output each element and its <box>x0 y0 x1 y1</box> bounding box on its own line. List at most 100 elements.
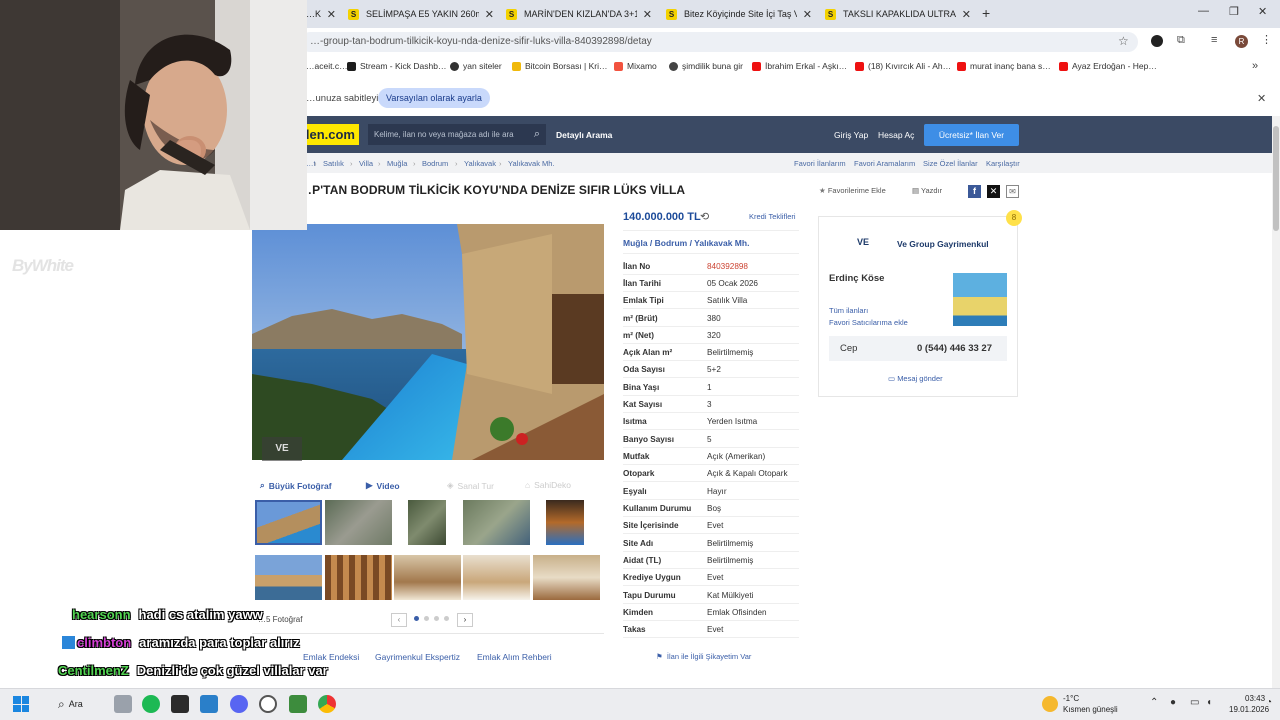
scrollbar-thumb[interactable] <box>1273 126 1279 231</box>
photo-thumbnail[interactable] <box>394 555 461 600</box>
facebook-icon[interactable]: f <box>968 185 981 198</box>
bookmark-3[interactable]: Bitcoin Borsası | Kri… <box>512 61 608 71</box>
notification-bell-icon[interactable]: ◔ <box>1266 697 1272 708</box>
all-listings-link[interactable]: Tüm ilanları <box>829 306 868 315</box>
agency-logo[interactable]: VE <box>857 237 869 247</box>
weather-icon[interactable] <box>1042 696 1058 712</box>
breadcrumb-item[interactable]: Villa <box>359 159 373 168</box>
pager-next-button[interactable]: › <box>457 613 473 627</box>
bookmark-6[interactable]: İbrahim Erkal - Aşkı… <box>752 61 847 71</box>
search-icon[interactable]: ⌕ <box>534 124 540 145</box>
send-message-button[interactable]: ▭ Mesaj gönder <box>888 374 943 383</box>
close-icon[interactable]: ✕ <box>962 8 971 21</box>
breadcrumb-item[interactable]: Bodrum <box>422 159 448 168</box>
close-icon[interactable]: ✕ <box>803 8 812 21</box>
email-icon[interactable]: ✉ <box>1006 185 1019 198</box>
real-estate-index-link[interactable]: Emlak Endeksi <box>303 652 359 662</box>
breadcrumb-item[interactable]: Yalıkavak Mh. <box>508 159 555 168</box>
fav-listings-link[interactable]: Favori İlanlarım <box>794 159 846 168</box>
pager-dot[interactable] <box>424 616 429 621</box>
discord-icon[interactable] <box>230 695 248 713</box>
sahideko-button[interactable]: ⌂ SahiDeko <box>525 480 571 490</box>
restore-icon[interactable]: ❐ <box>1229 5 1239 18</box>
agency-name[interactable]: Ve Group Gayrimenkul <box>897 239 989 249</box>
windows-start-icon[interactable] <box>13 696 29 712</box>
price-history-icon[interactable]: ⟲ <box>700 210 709 223</box>
photo-thumbnail[interactable] <box>408 500 446 545</box>
print-button[interactable]: ▤ Yazdır <box>912 186 942 195</box>
new-tab-button[interactable]: + <box>982 5 990 21</box>
bookmark-4[interactable]: Mixamo <box>614 61 657 71</box>
puzzle-icon[interactable]: ⧉ <box>1177 34 1185 47</box>
credit-offers-link[interactable]: Kredi Teklifleri <box>749 212 796 221</box>
pager-prev-button[interactable]: ‹ <box>391 613 407 627</box>
search-input[interactable]: Kelime, ilan no veya mağaza adı ile ara ⌕ <box>368 124 546 145</box>
profile-avatar[interactable]: R <box>1235 35 1248 48</box>
network-icon[interactable]: ▭ <box>1190 697 1199 708</box>
breadcrumb-item[interactable]: Muğla <box>387 159 407 168</box>
tray-chevron-icon[interactable]: ⌃ <box>1150 697 1158 708</box>
media-icon[interactable]: ≡ <box>1211 34 1217 46</box>
breadcrumb-item[interactable]: Yalıkavak <box>464 159 496 168</box>
breadcrumb-item[interactable]: Satılık <box>323 159 344 168</box>
chrome-icon[interactable] <box>318 695 336 713</box>
microphone-icon[interactable]: ● <box>1170 697 1176 708</box>
photo-thumbnail[interactable] <box>533 555 600 600</box>
x-twitter-icon[interactable]: ✕ <box>987 185 1000 198</box>
volume-icon[interactable]: ◖ <box>1206 697 1212 708</box>
bookmark-8[interactable]: murat inanç bana s… <box>957 61 1051 71</box>
infobar-close-icon[interactable]: ✕ <box>1257 92 1266 105</box>
tab-1[interactable]: SSELİMPAŞA E5 YAKIN 260m mü✕ <box>342 3 500 25</box>
close-icon[interactable]: ✕ <box>485 8 494 21</box>
main-photo[interactable] <box>252 224 604 460</box>
detailed-search-link[interactable]: Detaylı Arama <box>556 130 612 140</box>
app-icon[interactable] <box>289 695 307 713</box>
virtual-tour-button[interactable]: ◈ Sanal Tur <box>447 480 494 491</box>
taskbar-search[interactable]: ⌕ Ara <box>48 694 114 714</box>
close-icon[interactable]: ✕ <box>327 8 336 21</box>
for-you-link[interactable]: Size Özel İlanlar <box>923 159 978 168</box>
photo-thumbnail[interactable] <box>255 555 322 600</box>
obs-icon[interactable] <box>259 695 277 713</box>
bookmark-9[interactable]: Ayaz Erdoğan - Hep… <box>1059 61 1157 71</box>
bookmarks-more-icon[interactable]: » <box>1252 60 1258 72</box>
buying-guide-link[interactable]: Emlak Alım Rehberi <box>477 652 552 662</box>
photo-thumbnail[interactable] <box>463 555 530 600</box>
task-view-icon[interactable] <box>114 695 132 713</box>
pager-dot[interactable] <box>414 616 419 621</box>
photo-thumbnail[interactable] <box>325 500 392 545</box>
tab-3[interactable]: SBitez Köyiçinde Site İçi Taş Villa✕ <box>660 3 818 25</box>
big-photo-button[interactable]: ⌕ Büyük Fotoğraf <box>260 480 332 491</box>
bookmark-5[interactable]: şimdilik buna gir <box>669 61 743 71</box>
minimize-icon[interactable]: — <box>1198 5 1209 17</box>
compare-link[interactable]: Karşılaştır <box>986 159 1020 168</box>
post-listing-button[interactable]: Ücretsiz* İlan Ver <box>924 124 1019 146</box>
photo-thumbnail[interactable] <box>546 500 584 545</box>
add-favorite-button[interactable]: ★ Favorilerime Ekle <box>819 186 886 195</box>
pager-dot[interactable] <box>434 616 439 621</box>
login-link[interactable]: Giriş Yap <box>834 130 868 140</box>
url-field[interactable]: …-group-tan-bodrum-tilkicik-koyu-nda-den… <box>300 32 1138 52</box>
video-button[interactable]: ▶ Video <box>366 480 400 491</box>
photo-thumbnail[interactable] <box>463 500 530 545</box>
close-window-icon[interactable]: ✕ <box>1258 5 1267 18</box>
menu-icon[interactable]: ⋮ <box>1261 33 1272 46</box>
complaint-link[interactable]: ⚑ İlan ile İlgili Şikayetim Var <box>656 652 751 661</box>
tab-2[interactable]: S MARİN'DEN KIZLAN'DA 3+1 O ✕ <box>500 3 658 25</box>
photo-thumbnail[interactable] <box>255 500 322 545</box>
site-logo[interactable]: den.com <box>300 124 359 145</box>
star-icon[interactable]: ☆ <box>1118 34 1129 48</box>
kick-app-icon[interactable] <box>171 695 189 713</box>
bookmark-1[interactable]: Stream - Kick Dashb… <box>347 61 446 71</box>
close-icon[interactable]: ✕ <box>643 8 652 21</box>
spotify-icon[interactable] <box>142 695 160 713</box>
bookmark-0[interactable]: …aceit.c… <box>306 61 348 71</box>
fav-searches-link[interactable]: Favori Aramalarım <box>854 159 915 168</box>
register-link[interactable]: Hesap Aç <box>878 130 914 140</box>
pager-dot[interactable] <box>444 616 449 621</box>
bookmark-7[interactable]: (18) Kıvırcık Ali - Ah… <box>855 61 951 71</box>
expertise-link[interactable]: Gayrimenkul Ekspertiz <box>375 652 460 662</box>
phone-number[interactable]: 0 (544) 446 33 27 <box>917 343 992 354</box>
tab-4[interactable]: STAKSLI KAPAKLIDA ULTRA LÜKS✕ <box>819 3 977 25</box>
extension-icon[interactable] <box>1151 35 1163 47</box>
